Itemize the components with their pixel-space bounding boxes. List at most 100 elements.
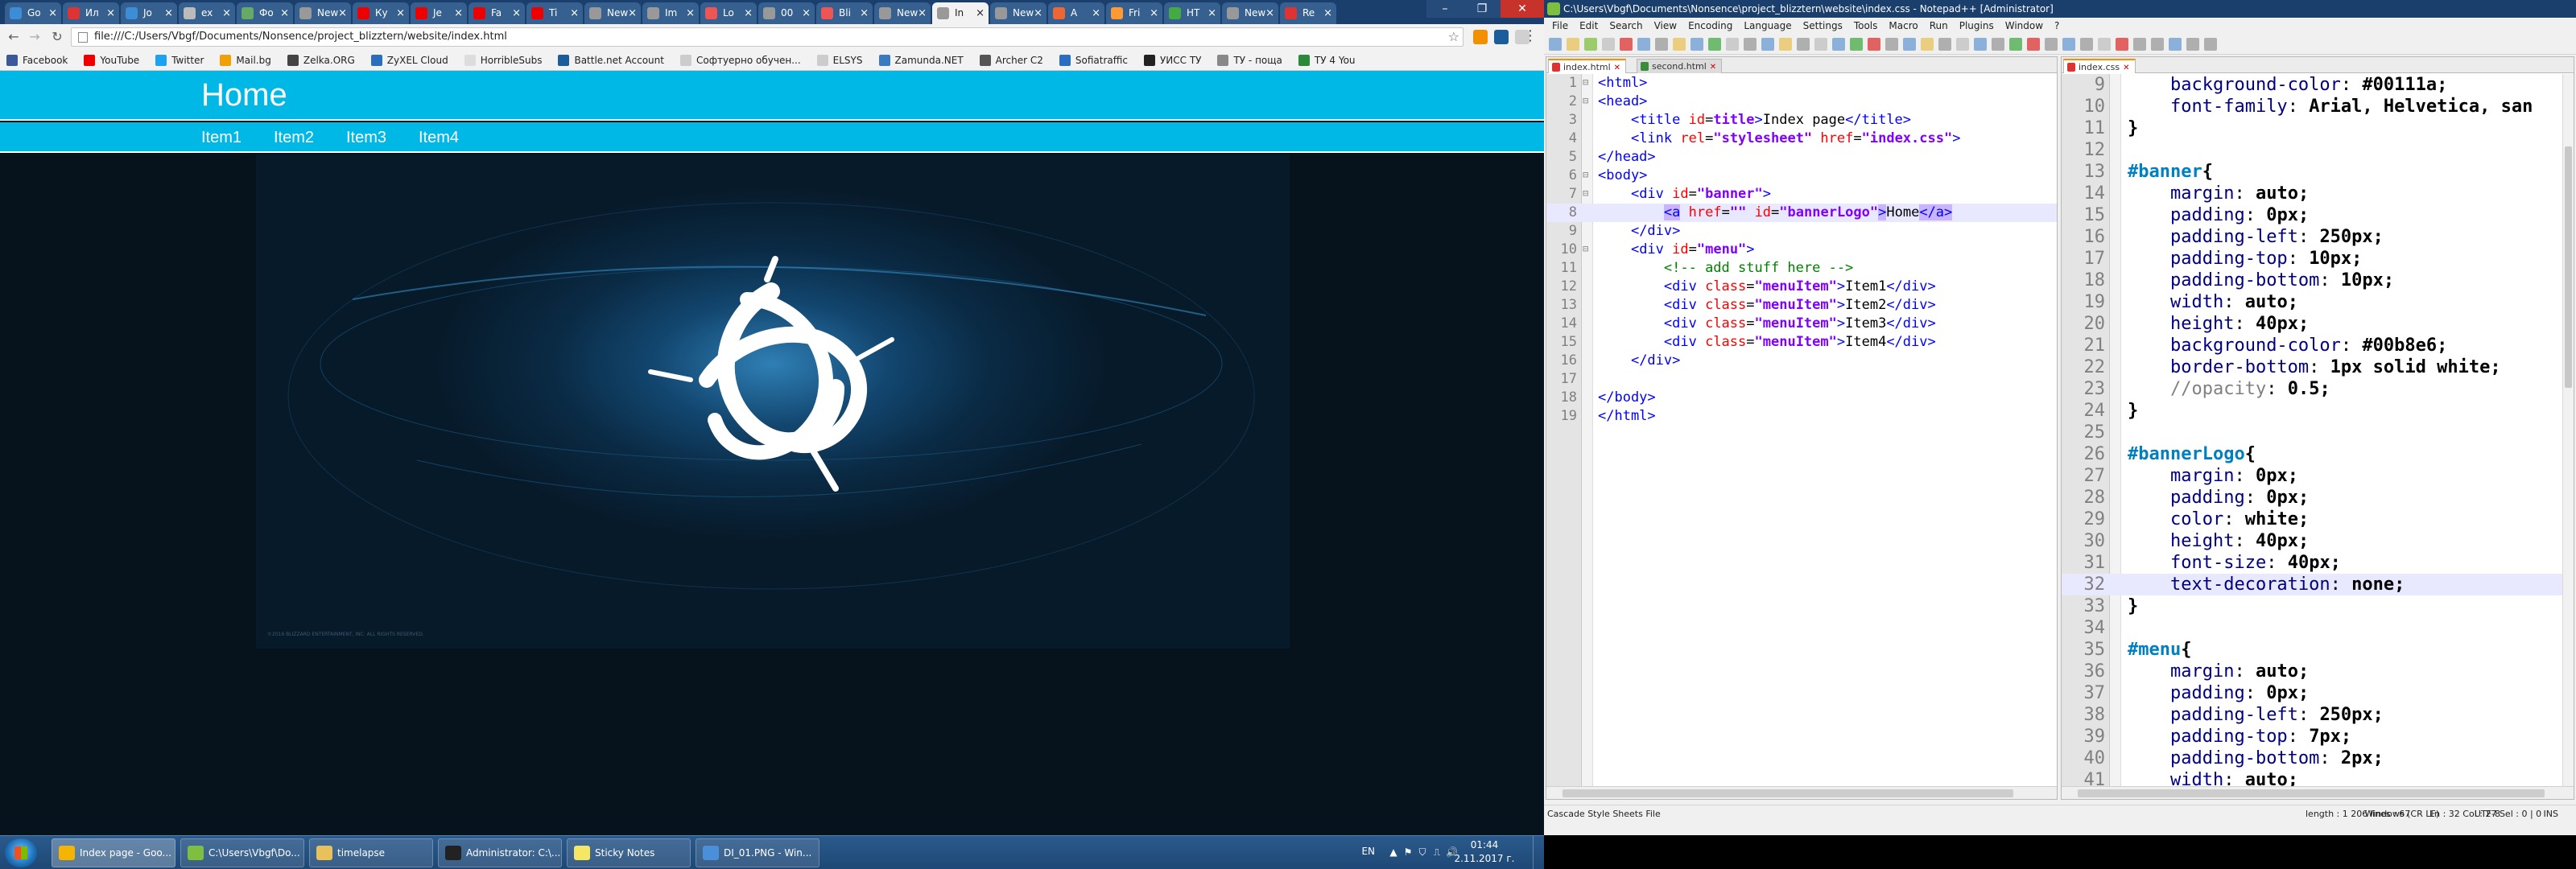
npp-menu-macro[interactable]: Macro <box>1889 18 1918 34</box>
scroll-thumb[interactable] <box>2078 789 2545 797</box>
bookmark-item[interactable]: УИСС ТУ <box>1143 54 1201 66</box>
browser-tab[interactable]: Im × <box>642 2 699 24</box>
chrome-menu-icon[interactable]: ⋮ <box>1523 29 1538 43</box>
tab-close-icon[interactable]: × <box>628 2 637 24</box>
browser-tab[interactable]: Ti × <box>526 2 583 24</box>
security-icon[interactable]: ⛉ <box>1417 846 1428 858</box>
browser-tab[interactable]: Lo × <box>700 2 757 24</box>
toolbar-button-icon[interactable] <box>1637 38 1650 51</box>
bookmark-item[interactable]: Battle.net Account <box>558 54 664 66</box>
npp-menu-file[interactable]: File <box>1552 18 1568 34</box>
toolbar-button-icon[interactable] <box>1708 38 1721 51</box>
clock[interactable]: 01:44 2.11.2017 г. <box>1452 838 1517 866</box>
browser-tab[interactable]: ex × <box>179 2 235 24</box>
npp-menu-view[interactable]: View <box>1654 18 1677 34</box>
toolbar-button-icon[interactable] <box>2186 38 2199 51</box>
npp-menu-tools[interactable]: Tools <box>1854 18 1878 34</box>
npp-menu-plugins[interactable]: Plugins <box>1959 18 1994 34</box>
toolbar-button-icon[interactable] <box>1832 38 1845 51</box>
toolbar-button-icon[interactable] <box>1602 38 1615 51</box>
toolbar-button-icon[interactable] <box>2133 38 2146 51</box>
browser-tab[interactable]: HT × <box>1164 2 1220 24</box>
menu-item-item1[interactable]: Item1 <box>201 129 242 147</box>
tab-close-icon[interactable]: × <box>48 2 57 24</box>
bookmark-item[interactable]: Archer C2 <box>979 54 1043 66</box>
close-button[interactable]: ✕ <box>1501 0 1544 18</box>
toolbar-button-icon[interactable] <box>1744 38 1757 51</box>
bookmark-item[interactable]: Zamunda.NET <box>878 54 964 66</box>
tab-close-icon[interactable]: ✕ <box>2123 61 2129 75</box>
bookmark-item[interactable]: Facebook <box>6 54 68 66</box>
tab-close-icon[interactable]: × <box>918 2 927 24</box>
bookmark-item[interactable]: ZyXEL Cloud <box>370 54 448 66</box>
file-tab-second-html[interactable]: second.html ✕ <box>1637 59 1723 73</box>
horizontal-scrollbar[interactable] <box>2062 786 2574 799</box>
bookmark-item[interactable]: Twitter <box>155 54 204 66</box>
toolbar-button-icon[interactable] <box>2009 38 2022 51</box>
maximize-button[interactable]: ❐ <box>1463 0 1501 18</box>
browser-tab[interactable]: Fri × <box>1106 2 1162 24</box>
npp-menu-run[interactable]: Run <box>1930 18 1948 34</box>
taskbar-button[interactable]: Administrator: C:\... <box>438 838 562 867</box>
toolbar-button-icon[interactable] <box>1797 38 1810 51</box>
minimize-button[interactable]: – <box>1426 0 1463 18</box>
taskbar-button[interactable]: Index page - Goo... <box>52 838 175 867</box>
menu-item-item2[interactable]: Item2 <box>274 129 314 147</box>
scroll-thumb[interactable] <box>1563 789 2013 797</box>
taskbar-button[interactable]: timelapse <box>309 838 433 867</box>
menu-item-item4[interactable]: Item4 <box>419 129 459 147</box>
browser-tab[interactable]: New × <box>990 2 1046 24</box>
toolbar-button-icon[interactable] <box>2098 38 2111 51</box>
tab-close-icon[interactable]: × <box>106 2 115 24</box>
toolbar-button-icon[interactable] <box>1974 38 1987 51</box>
tab-close-icon[interactable]: × <box>860 2 869 24</box>
bookmark-item[interactable]: YouTube <box>84 54 139 66</box>
npp-menu-language[interactable]: Language <box>1744 18 1791 34</box>
toolbar-button-icon[interactable] <box>1814 38 1827 51</box>
tab-close-icon[interactable]: × <box>1150 2 1158 24</box>
toolbar-button-icon[interactable] <box>1761 38 1774 51</box>
toolbar-button-icon[interactable] <box>2045 38 2058 51</box>
tab-close-icon[interactable]: × <box>1323 2 1332 24</box>
npp-menu-help[interactable]: ? <box>2054 18 2059 34</box>
toolbar-button-icon[interactable] <box>2116 38 2128 51</box>
fold-minus-icon[interactable]: ⊟ <box>1583 243 1588 254</box>
fold-minus-icon[interactable]: ⊟ <box>1583 169 1588 180</box>
tab-close-icon[interactable]: × <box>802 2 811 24</box>
bookmark-item[interactable]: Sofiatraffic <box>1059 54 1128 66</box>
toolbar-button-icon[interactable] <box>2027 38 2040 51</box>
browser-tab[interactable]: Jo × <box>121 2 177 24</box>
html-code-editor[interactable]: 1 <html> 2 <head> 3 <title id=title>Index pa… <box>1546 74 2057 786</box>
show-desktop-button[interactable] <box>1533 836 1544 869</box>
tab-close-icon[interactable]: × <box>1092 2 1100 24</box>
tab-close-icon[interactable]: × <box>454 2 463 24</box>
bookmark-item[interactable]: ELSYS <box>816 54 863 66</box>
taskbar-button[interactable]: C:\Users\Vbgf\Do... <box>180 838 304 867</box>
tab-close-icon[interactable]: × <box>338 2 347 24</box>
file-tab-index-css[interactable]: index.css ✕ <box>2063 59 2136 73</box>
language-indicator[interactable]: EN <box>1361 846 1375 857</box>
address-bar[interactable]: file:///C:/Users/Vbgf/Documents/Nonsence… <box>71 27 1463 47</box>
browser-tab[interactable]: In × <box>932 2 989 24</box>
tab-close-icon[interactable]: × <box>976 2 985 24</box>
toolbar-button-icon[interactable] <box>1655 38 1668 51</box>
back-arrow-icon[interactable]: ← <box>6 30 21 44</box>
bookmark-star-icon[interactable]: ☆ <box>1448 28 1459 46</box>
scroll-thumb[interactable] <box>2565 146 2572 388</box>
toolbar-button-icon[interactable] <box>2169 38 2182 51</box>
browser-tab[interactable]: Je × <box>411 2 467 24</box>
browser-tab[interactable]: Bli × <box>816 2 873 24</box>
bookmark-item[interactable]: Софтуерно обучен... <box>679 54 801 66</box>
npp-menu-search[interactable]: Search <box>1609 18 1642 34</box>
extension-icon[interactable] <box>1494 30 1509 44</box>
fold-minus-icon[interactable]: ⊟ <box>1583 76 1588 88</box>
browser-tab[interactable]: Re × <box>1280 2 1336 24</box>
npp-menu-encoding[interactable]: Encoding <box>1688 18 1732 34</box>
tab-close-icon[interactable]: × <box>396 2 405 24</box>
css-code-editor[interactable]: 9 background-color: #00111a; 10 font-fami… <box>2062 74 2562 790</box>
browser-tab[interactable]: Фо × <box>237 2 293 24</box>
tab-close-icon[interactable]: × <box>1208 2 1216 24</box>
toolbar-button-icon[interactable] <box>2062 38 2075 51</box>
bookmark-item[interactable]: Zelka.ORG <box>287 54 355 66</box>
bookmark-item[interactable]: ТУ - поща <box>1217 54 1282 66</box>
